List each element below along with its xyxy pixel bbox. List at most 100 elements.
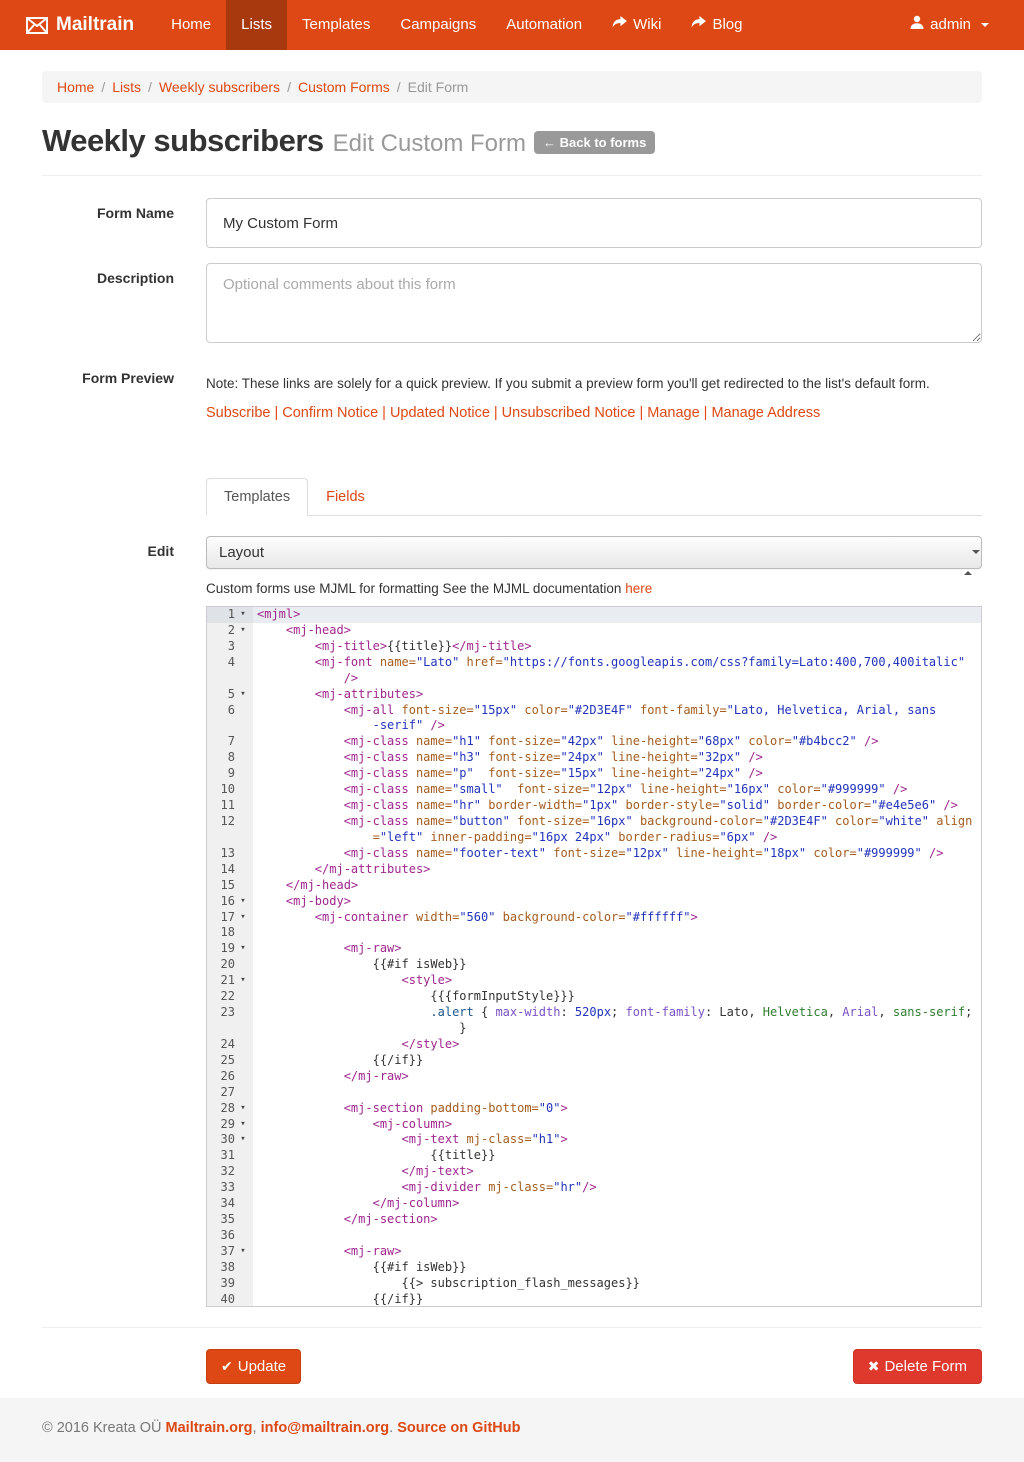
editor-gutter-cell: 9 [207, 766, 253, 782]
tab-fields[interactable]: Fields [308, 478, 383, 516]
breadcrumb-link-home[interactable]: Home [57, 79, 94, 95]
preview-link-manage-address[interactable]: Manage Address [711, 405, 820, 421]
footer-text: © 2016 Kreata OÜ Mailtrain.org, info@mai… [42, 1420, 982, 1436]
preview-link-updated-notice[interactable]: Updated Notice [390, 405, 490, 421]
editor-gutter-cell: 20 [207, 957, 253, 973]
fold-arrow-icon[interactable]: ▾ [235, 1101, 251, 1117]
fold-arrow-icon[interactable]: ▾ [235, 910, 251, 926]
description-textarea[interactable] [206, 263, 982, 343]
editor-line: 39 {{> subscription_flash_messages}} [207, 1276, 981, 1292]
nav-item-templates[interactable]: Templates [287, 0, 385, 50]
editor-gutter-cell: 35 [207, 1212, 253, 1228]
editor-gutter-cell: 11 [207, 798, 253, 814]
mjml-help-text: Custom forms use MJML for formatting See… [206, 581, 982, 596]
selected-template: Layout [219, 544, 264, 561]
editor-line: 34 </mj-column> [207, 1196, 981, 1212]
preview-link-manage[interactable]: Manage [647, 405, 699, 421]
nav-item-wiki[interactable]: Wiki [597, 0, 676, 50]
editor-line: 29▾ <mj-column> [207, 1117, 981, 1133]
editor-line: 30▾ <mj-text mj-class="h1"> [207, 1132, 981, 1148]
fold-spacer [235, 1276, 251, 1292]
fold-arrow-icon[interactable]: ▾ [235, 941, 251, 957]
fold-arrow-icon[interactable]: ▾ [235, 623, 251, 639]
brand-logo[interactable]: Mailtrain [26, 0, 134, 50]
fold-spacer [235, 1085, 251, 1101]
delete-form-button[interactable]: ✖Delete Form [853, 1349, 982, 1384]
fold-arrow-icon[interactable]: ▾ [235, 607, 251, 623]
editor-gutter-cell: 28▾ [207, 1101, 253, 1117]
footer-link-source-on-github[interactable]: Source on GitHub [397, 1420, 520, 1436]
preview-link-confirm-notice[interactable]: Confirm Notice [282, 405, 378, 421]
tabs-section: TemplatesFields [206, 478, 982, 516]
editor-gutter-cell [207, 718, 253, 734]
editor-line: 23 .alert { max-width: 520px; font-famil… [207, 1005, 981, 1021]
tab-templates[interactable]: Templates [206, 478, 308, 516]
editor-gutter-cell: 21▾ [207, 973, 253, 989]
breadcrumb-link-weekly-subscribers[interactable]: Weekly subscribers [159, 79, 280, 95]
mjml-code-editor[interactable]: 1▾<mjml>2▾ <mj-head>3 <mj-title>{{title}… [206, 606, 982, 1307]
select-arrows-icon [964, 547, 972, 559]
breadcrumb-link-custom-forms[interactable]: Custom Forms [298, 79, 390, 95]
edit-label: Edit [42, 536, 174, 569]
editor-line: 15 </mj-head> [207, 878, 981, 894]
fold-spacer [235, 1037, 251, 1053]
form-name-input[interactable] [206, 198, 982, 248]
fold-arrow-icon[interactable]: ▾ [235, 1244, 251, 1260]
share-icon [691, 0, 706, 50]
fold-spacer [235, 734, 251, 750]
fold-arrow-icon[interactable]: ▾ [235, 1132, 251, 1148]
breadcrumb: Home/Lists/Weekly subscribers/Custom For… [42, 71, 982, 103]
editor-gutter-cell: 39 [207, 1276, 253, 1292]
preview-link-unsubscribed-notice[interactable]: Unsubscribed Notice [502, 405, 636, 421]
editor-line: 24 </style> [207, 1037, 981, 1053]
nav-item-automation[interactable]: Automation [491, 0, 597, 50]
editor-gutter-cell: 10 [207, 782, 253, 798]
footer-link-info-mailtrain-org[interactable]: info@mailtrain.org [261, 1420, 390, 1436]
back-arrow-icon: ← [543, 135, 556, 150]
breadcrumb-link-lists[interactable]: Lists [112, 79, 141, 95]
editor-line: 7 <mj-class name="h1" font-size="42px" l… [207, 734, 981, 750]
nav-item-blog[interactable]: Blog [676, 0, 757, 50]
share-icon [612, 0, 627, 50]
user-menu[interactable]: admin [895, 0, 1004, 50]
editor-line: 17▾ <mj-container width="560" background… [207, 910, 981, 926]
fold-spacer [235, 1292, 251, 1307]
fold-arrow-icon[interactable]: ▾ [235, 687, 251, 703]
fold-spacer [235, 655, 251, 671]
mjml-docs-link[interactable]: here [625, 581, 652, 596]
editor-line: 12 <mj-class name="button" font-size="16… [207, 814, 981, 830]
footer-link-mailtrain-org[interactable]: Mailtrain.org [166, 1420, 253, 1436]
preview-links: Subscribe|Confirm Notice|Updated Notice|… [206, 405, 982, 421]
fold-arrow-icon[interactable]: ▾ [235, 894, 251, 910]
edit-template-select[interactable]: Layout [206, 536, 982, 569]
fold-spacer [235, 766, 251, 782]
update-button[interactable]: ✔Update [206, 1349, 301, 1384]
bottom-divider [42, 1327, 982, 1328]
check-icon: ✔ [221, 1358, 233, 1374]
form-preview-label: Form Preview [42, 370, 174, 421]
fold-spacer [235, 1005, 251, 1021]
fold-spacer [235, 830, 251, 846]
brand-name: Mailtrain [56, 14, 134, 36]
fold-arrow-icon[interactable]: ▾ [235, 1117, 251, 1133]
fold-spacer [235, 1148, 251, 1164]
editor-line: 11 <mj-class name="hr" border-width="1px… [207, 798, 981, 814]
back-to-forms-button[interactable]: ← Back to forms [534, 131, 655, 154]
fold-spacer [235, 1212, 251, 1228]
editor-line: 31 {{title}} [207, 1148, 981, 1164]
fold-spacer [235, 1069, 251, 1085]
page-footer: © 2016 Kreata OÜ Mailtrain.org, info@mai… [0, 1398, 1024, 1462]
editor-gutter-cell: 38 [207, 1260, 253, 1276]
editor-line: 25 {{/if}} [207, 1053, 981, 1069]
nav-item-home[interactable]: Home [156, 0, 226, 50]
fold-arrow-icon[interactable]: ▾ [235, 973, 251, 989]
title-divider [42, 175, 982, 176]
preview-link-subscribe[interactable]: Subscribe [206, 405, 270, 421]
fold-spacer [235, 1164, 251, 1180]
editor-line: 22 {{{formInputStyle}}} [207, 989, 981, 1005]
editor-line: 38 {{#if isWeb}} [207, 1260, 981, 1276]
fold-spacer [235, 925, 251, 941]
nav-item-lists[interactable]: Lists [226, 0, 287, 50]
editor-line: 5▾ <mj-attributes> [207, 687, 981, 703]
nav-item-campaigns[interactable]: Campaigns [385, 0, 491, 50]
